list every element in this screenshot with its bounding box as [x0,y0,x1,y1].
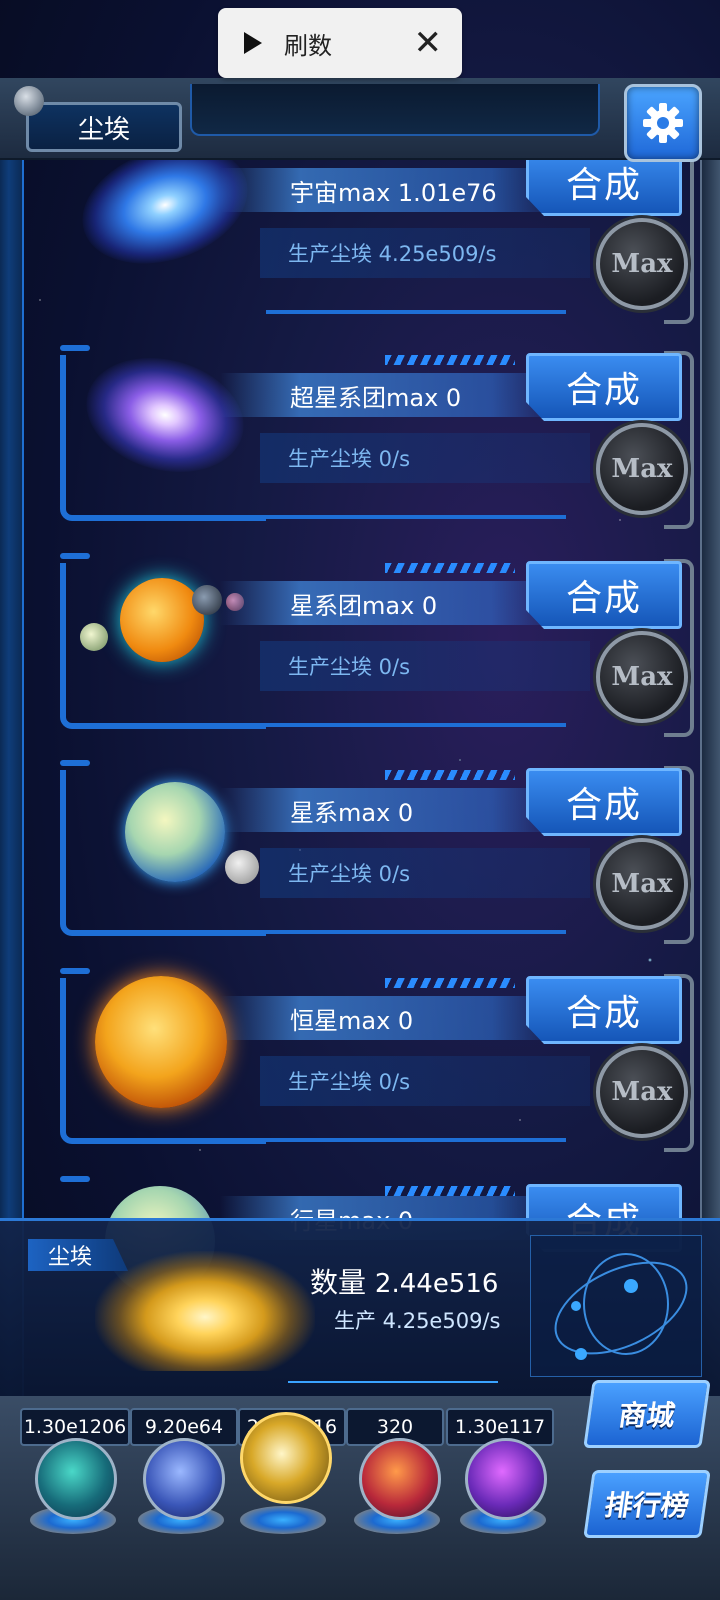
shop-button[interactable]: 商城 [583,1380,711,1448]
star-icon [95,976,227,1108]
leaderboard-button[interactable]: 排行榜 [583,1470,711,1538]
planet-icon [80,623,108,651]
max-button[interactable]: Max [596,838,688,930]
atom-orb-icon[interactable] [35,1438,117,1520]
item-name: 超星系团max 0 [290,383,462,412]
orbit-diagram [530,1235,702,1377]
item-galaxy: 星系max 0 生产尘埃 0/s 合成 Max [40,760,710,944]
item-production: 生产尘埃 0/s [288,1070,411,1094]
planet-icon [192,585,222,615]
item-star: 恒星max 0 生产尘埃 0/s 合成 Max [40,968,710,1152]
close-icon[interactable]: ✕ [414,26,443,60]
item-name: 星系max 0 [290,798,414,827]
left-rail [0,80,24,1400]
craft-button[interactable]: 合成 [526,768,682,836]
craft-button[interactable]: 合成 [526,976,682,1044]
screw-icon [14,86,44,116]
dust-tab[interactable]: 尘埃 [26,102,182,152]
dust-orb-icon[interactable] [240,1412,332,1504]
moon-icon [225,850,259,884]
vortex-orb-icon[interactable] [465,1438,547,1520]
play-icon[interactable] [244,32,262,54]
sun-icon [120,578,204,662]
item-supercluster: 超星系团max 0 生产尘埃 0/s 合成 Max [40,341,710,529]
brain-orb-icon[interactable] [359,1438,441,1520]
item-name: 星系团max 0 [290,591,438,620]
item-production: 生产尘埃 4.25e509/s [288,242,497,266]
dust-cloud-image [95,1251,315,1371]
item-name: 恒星max 0 [290,1006,414,1035]
resource-bar: 1.30e1206 9.20e64 2.44e516 320 1.30e117 … [0,1380,720,1600]
item-production: 生产尘埃 0/s [288,447,411,471]
count-label: 数量 [310,1266,367,1299]
item-galaxy-cluster: 星系团max 0 生产尘埃 0/s 合成 Max [40,553,710,737]
item-production: 生产尘埃 0/s [288,862,411,886]
item-name: 宇宙max 1.01e76 [290,178,497,207]
dust-summary-panel: 尘埃 数量 2.44e516 生产 4.25e509/s [0,1218,720,1399]
craft-button[interactable]: 合成 [526,561,682,629]
dust-count: 数量 2.44e516 [310,1261,498,1301]
craft-button[interactable]: 合成 [526,353,682,421]
overlay-label: 刷数 [284,31,332,60]
dust-production: 生产 4.25e509/s [334,1309,501,1333]
item-production: 生产尘埃 0/s [288,655,411,679]
max-button[interactable]: Max [596,423,688,515]
max-button[interactable]: Max [596,218,688,310]
item-universe: 宇宙max 1.01e76 生产尘埃 4.25e509/s 合成 Max [40,126,710,324]
max-button[interactable]: Max [596,631,688,723]
settings-button[interactable] [624,84,702,162]
count-value: 2.44e516 [374,1269,499,1299]
dust-tab-label: 尘埃 [77,114,130,145]
recording-overlay: 刷数 ✕ [218,8,462,78]
waveform-graphic [288,1353,498,1383]
lightning-orb-icon[interactable] [143,1438,225,1520]
galaxy-planet-icon [125,782,225,882]
max-button[interactable]: Max [596,1046,688,1138]
gear-icon [643,103,683,143]
